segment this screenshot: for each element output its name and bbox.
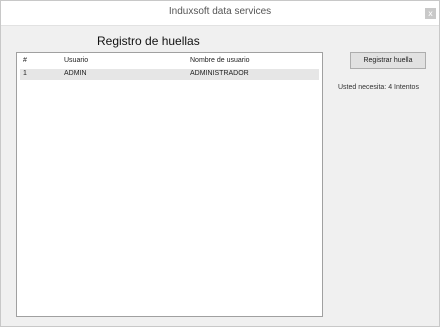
- table-row[interactable]: 1 ADMIN ADMINISTRADOR: [20, 69, 319, 80]
- register-fingerprint-button[interactable]: Registrar huella: [350, 52, 426, 69]
- close-icon[interactable]: x: [425, 8, 436, 19]
- attempts-status-text: Usted necesita: 4 Intentos: [338, 84, 419, 91]
- users-list-view[interactable]: # Usuario Nombre de usuario 1 ADMIN ADMI…: [16, 52, 323, 317]
- app-window: Induxsoft data services x Registro de hu…: [0, 0, 440, 327]
- row-nombre: ADMINISTRADOR: [190, 70, 249, 77]
- row-number: 1: [23, 70, 27, 77]
- column-header-usuario[interactable]: Usuario: [64, 57, 88, 64]
- title-bar[interactable]: Induxsoft data services x: [1, 1, 439, 26]
- column-header-nombre[interactable]: Nombre de usuario: [190, 57, 250, 64]
- list-header: # Usuario Nombre de usuario: [17, 56, 322, 68]
- column-header-number[interactable]: #: [23, 57, 27, 64]
- window-title: Induxsoft data services: [168, 6, 272, 17]
- page-title: Registro de huellas: [97, 34, 200, 48]
- row-usuario: ADMIN: [64, 70, 87, 77]
